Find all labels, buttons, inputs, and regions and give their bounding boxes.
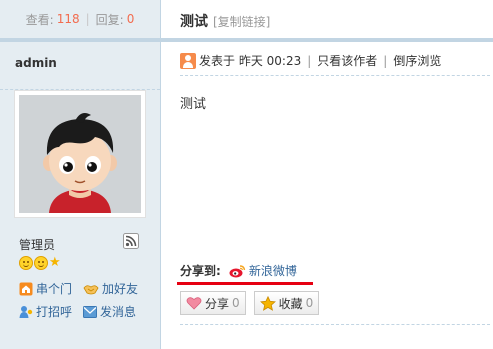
star-rank-icon: ★ (49, 255, 61, 270)
greet-icon (19, 305, 33, 318)
post-meta: 发表于 昨天 00:23 | 只看该作者 | 倒序浏览 (180, 52, 441, 69)
add-friend-label[interactable]: 加好友 (102, 280, 138, 297)
send-message-label[interactable]: 发消息 (100, 303, 136, 320)
share-label: 分享到: (180, 264, 221, 278)
avatar-image[interactable] (19, 95, 141, 213)
favorite-count: 0 (305, 296, 314, 310)
sun-rank-icon (34, 256, 48, 270)
copy-link-button[interactable]: [复制链接] (213, 13, 270, 30)
replies-label: 回复: (95, 12, 124, 27)
stats-divider: | (85, 12, 90, 26)
views-count: 118 (56, 12, 80, 26)
star-icon (259, 295, 276, 311)
rss-feed-icon[interactable] (123, 233, 139, 249)
post-content: 测试 (180, 97, 207, 112)
author-name-text[interactable]: admin (15, 56, 57, 70)
share-count: 0 (232, 296, 240, 310)
weibo-label[interactable]: 新浪微博 (249, 262, 297, 279)
title-band (161, 38, 493, 42)
visit-space-label[interactable]: 串个门 (36, 280, 72, 297)
greet-label[interactable]: 打招呼 (36, 303, 72, 320)
send-message-link[interactable]: 发消息 (83, 303, 153, 320)
author-status-icon (180, 52, 196, 69)
only-author-link[interactable]: 只看该作者 (317, 52, 377, 69)
meta-divider-line (180, 75, 490, 76)
meta-divider: | (307, 53, 312, 68)
user-rank-stars: ★ (19, 256, 61, 270)
author-actions: 串个门 加好友 打招呼 发消息 (19, 280, 159, 320)
share-underline (177, 282, 313, 285)
share-button[interactable]: 分享 0 (180, 291, 246, 315)
post-bottom-divider (180, 324, 490, 325)
heart-icon (186, 297, 202, 310)
add-friend-link[interactable]: 加好友 (83, 280, 153, 297)
visit-space-link[interactable]: 串个门 (19, 280, 83, 297)
favorite-button[interactable]: 收藏 0 (253, 291, 320, 315)
author-sidebar: 查看: 118 | 回复: 0 admin 管理员 ★ 串个门 加好友 打招呼 … (0, 0, 161, 349)
thread-title: 测试 (180, 14, 208, 30)
share-weibo-link[interactable]: 新浪微博 (229, 262, 297, 279)
sun-rank-icon (19, 256, 33, 270)
avatar-cartoon-icon (19, 95, 141, 213)
share-row: 分享到: 新浪微博 (180, 262, 297, 279)
replies-count: 0 (126, 12, 135, 26)
user-group: 管理员 (19, 238, 56, 252)
author-name[interactable]: admin (0, 42, 160, 90)
post-main: 测试 [复制链接] 发表于 昨天 00:23 | 只看该作者 | 倒序浏览 测试… (161, 0, 493, 349)
favorite-button-label[interactable]: 收藏 (279, 295, 303, 312)
views-label: 查看: (25, 12, 54, 27)
post-time: 发表于 昨天 00:23 (199, 54, 302, 68)
meta-divider: | (383, 53, 388, 68)
share-button-label[interactable]: 分享 (205, 295, 229, 312)
thread-title-row: 测试 [复制链接] (180, 11, 270, 31)
envelope-icon (83, 305, 97, 318)
weibo-icon (229, 264, 246, 277)
avatar[interactable] (14, 90, 146, 218)
home-icon (19, 282, 33, 295)
handshake-icon (83, 284, 99, 294)
post-action-buttons: 分享 0 收藏 0 (180, 291, 320, 315)
greet-link[interactable]: 打招呼 (19, 303, 83, 320)
thread-stats: 查看: 118 | 回复: 0 (0, 0, 160, 38)
reverse-view-link[interactable]: 倒序浏览 (393, 52, 441, 69)
